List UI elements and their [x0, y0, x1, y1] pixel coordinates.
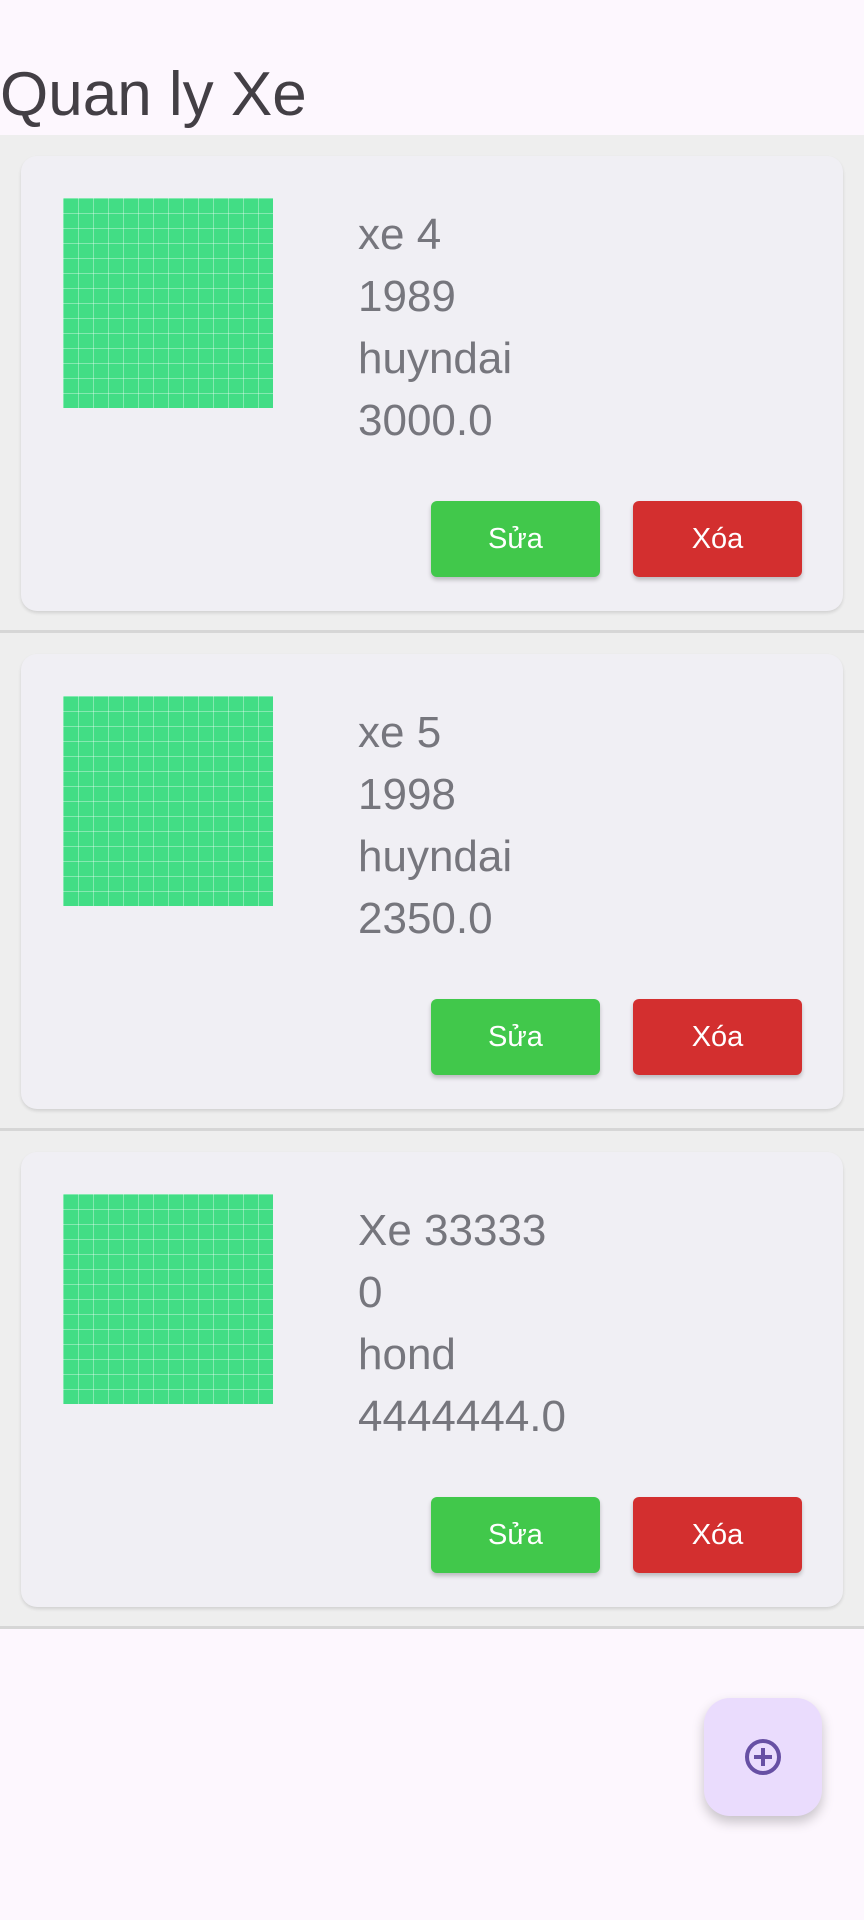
vehicle-year: 1989	[358, 272, 456, 321]
vehicle-list[interactable]: xe 4 1989 huyndai 3000.0 Sửa Xóa xe 5 19…	[0, 135, 864, 1629]
vehicle-brand: huyndai	[358, 832, 513, 881]
list-item: Xe 33333 0 hond 4444444.0 Sửa Xóa	[0, 1131, 864, 1629]
vehicle-image	[63, 198, 273, 408]
app-title: Quan ly Xe	[0, 60, 307, 129]
vehicle-image	[63, 1194, 273, 1404]
list-item: xe 4 1989 huyndai 3000.0 Sửa Xóa	[0, 135, 864, 633]
vehicle-brand: hond	[358, 1330, 456, 1379]
vehicle-year: 1998	[358, 770, 456, 819]
vehicle-info: xe 4 1989 huyndai 3000.0	[358, 204, 512, 452]
vehicle-info: xe 5 1998 huyndai 2350.0	[358, 702, 512, 950]
vehicle-name: Xe 33333	[358, 1206, 547, 1255]
vehicle-year: 0	[358, 1268, 383, 1317]
vehicle-card: xe 5 1998 huyndai 2350.0 Sửa Xóa	[21, 654, 843, 1109]
edit-button[interactable]: Sửa	[431, 999, 600, 1075]
add-circle-icon	[745, 1739, 781, 1775]
delete-button[interactable]: Xóa	[633, 501, 802, 577]
add-vehicle-button[interactable]	[704, 1698, 822, 1816]
vehicle-name: xe 5	[358, 708, 442, 757]
delete-button[interactable]: Xóa	[633, 999, 802, 1075]
delete-button[interactable]: Xóa	[633, 1497, 802, 1573]
edit-button[interactable]: Sửa	[431, 1497, 600, 1573]
vehicle-image	[63, 696, 273, 906]
vehicle-card: xe 4 1989 huyndai 3000.0 Sửa Xóa	[21, 156, 843, 611]
edit-button[interactable]: Sửa	[431, 501, 600, 577]
vehicle-price: 2350.0	[358, 894, 493, 943]
vehicle-price: 3000.0	[358, 396, 493, 445]
vehicle-info: Xe 33333 0 hond 4444444.0	[358, 1200, 566, 1448]
vehicle-brand: huyndai	[358, 334, 513, 383]
list-item: xe 5 1998 huyndai 2350.0 Sửa Xóa	[0, 633, 864, 1131]
vehicle-name: xe 4	[358, 210, 442, 259]
vehicle-price: 4444444.0	[358, 1392, 566, 1441]
vehicle-card: Xe 33333 0 hond 4444444.0 Sửa Xóa	[21, 1152, 843, 1607]
